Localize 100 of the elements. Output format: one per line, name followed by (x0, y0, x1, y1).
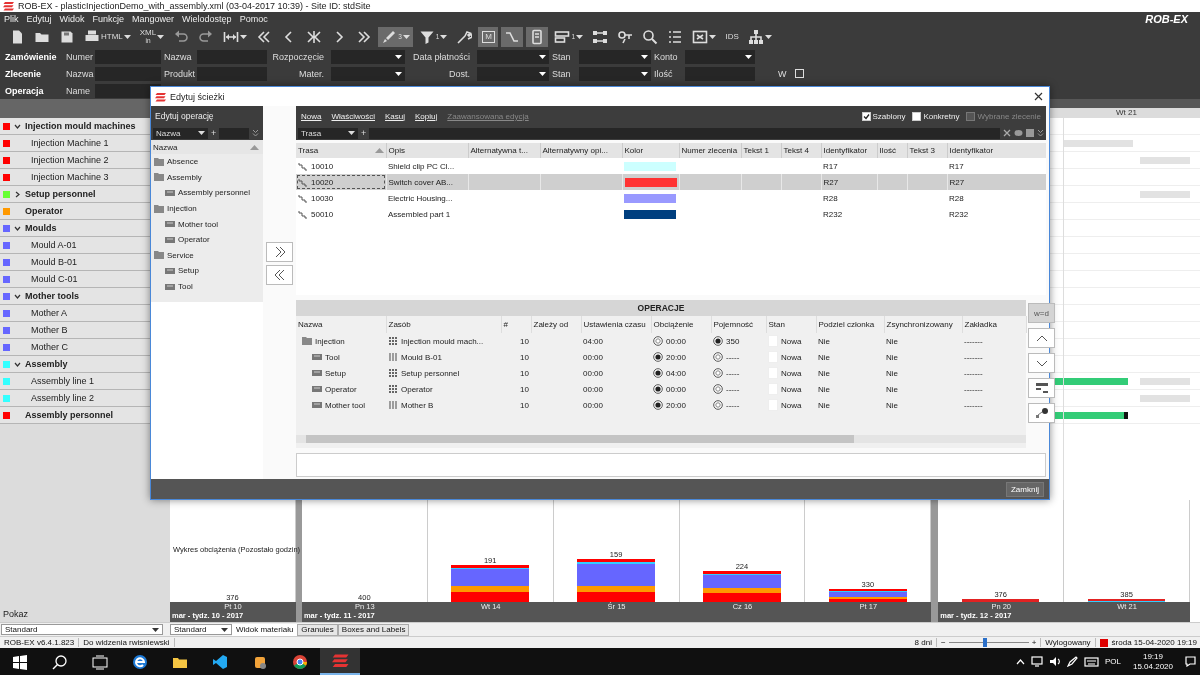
ids-button[interactable]: IDS (722, 27, 743, 47)
dropdown-field[interactable] (685, 49, 755, 64)
column-header[interactable]: Zależy od (531, 316, 581, 333)
dropdown-field[interactable] (331, 49, 405, 64)
dropdown-field[interactable]: Standard (170, 624, 232, 635)
slider-thumb[interactable] (982, 638, 987, 647)
network-icon[interactable] (1030, 656, 1043, 667)
action-button[interactable]: Właściwości (331, 111, 375, 121)
column-header[interactable]: Zakładka (962, 316, 1026, 333)
dropdown-field[interactable]: Standard (1, 624, 163, 635)
tab[interactable]: Granules (297, 623, 338, 636)
column-header[interactable]: # (501, 316, 531, 333)
resource-row[interactable]: Assembly line 2 (0, 390, 150, 407)
radio-button[interactable] (713, 336, 723, 346)
column-header[interactable]: Numer zlecenia (679, 143, 741, 158)
toggle-button[interactable]: M (478, 27, 499, 47)
resource-row[interactable]: Mould A-01 (0, 237, 150, 254)
horizontal-scrollbar[interactable] (296, 435, 1026, 443)
column-header[interactable]: Identyfikator (947, 143, 1046, 158)
zoom-out-button[interactable]: − (940, 638, 946, 647)
remove-operation-button[interactable] (266, 265, 293, 285)
menu-item[interactable]: Plik (4, 14, 19, 24)
tree-item[interactable]: Service (151, 247, 263, 264)
radio-button[interactable] (653, 384, 663, 394)
print-button[interactable]: HTML (81, 27, 134, 47)
dropdown-field[interactable]: Trasa (298, 127, 358, 139)
speaker-icon[interactable] (1048, 656, 1061, 667)
column-header[interactable]: Stan (766, 316, 816, 333)
column-header[interactable]: Nazwa (151, 140, 263, 154)
menu-item[interactable]: Widok (59, 14, 85, 24)
chevron-up-icon[interactable] (1015, 658, 1025, 665)
radio-button[interactable] (713, 400, 723, 410)
radio-button[interactable] (653, 368, 663, 378)
dropdown-field[interactable] (477, 66, 549, 81)
language-indicator[interactable]: POL (1104, 657, 1121, 666)
checkbox[interactable] (912, 111, 922, 121)
tree-item[interactable]: Assembly (151, 169, 263, 186)
tree-item[interactable]: Absence (151, 154, 263, 170)
resource-row[interactable]: Mother A (0, 305, 150, 322)
settings-button[interactable] (1028, 403, 1055, 423)
table-row[interactable]: 10030 Electric Housing... R28 R28 (296, 190, 1046, 206)
resource-row[interactable]: Assembly personnel (0, 407, 150, 424)
dropdown-field[interactable] (579, 66, 651, 81)
column-header[interactable]: Alternatywny opi... (540, 143, 622, 158)
radio-button[interactable] (713, 384, 723, 394)
close-dialog-button[interactable]: Zamknij (1006, 481, 1044, 497)
column-header[interactable]: Zsynchronizowany (884, 316, 962, 333)
radio-button[interactable] (653, 336, 663, 346)
close-button[interactable] (1032, 90, 1045, 103)
dropdown-field[interactable] (477, 49, 549, 64)
menu-item[interactable]: Funkcje (92, 14, 125, 24)
menu-item[interactable]: Pomoc (239, 14, 268, 24)
keyboard-icon[interactable] (1083, 656, 1099, 667)
resource-row[interactable]: Mould B-01 (0, 254, 150, 271)
column-header[interactable]: Ustawienia czasu (581, 316, 651, 333)
resource-row[interactable]: Assembly line 1 (0, 373, 150, 390)
column-header[interactable]: Kolor (622, 143, 679, 158)
add-button[interactable]: + (211, 128, 217, 138)
tree-item[interactable]: Assembly personnel (151, 185, 263, 201)
column-header[interactable]: Ilość (877, 143, 907, 158)
tab[interactable]: Boxes and Labels (337, 623, 410, 636)
device-button[interactable] (526, 27, 549, 47)
text-field[interactable] (369, 127, 1000, 139)
action-button[interactable]: Kopiuj (415, 111, 438, 121)
tab[interactable]: Widok materiału (232, 623, 298, 636)
resource-row[interactable]: Mother tools (0, 288, 150, 305)
column-header[interactable]: Tekst 1 (741, 143, 781, 158)
tree-item[interactable]: Injection (151, 200, 263, 217)
layout-button[interactable] (1028, 378, 1055, 398)
text-field[interactable] (219, 127, 250, 139)
tree-item[interactable]: Mother tool (151, 216, 263, 232)
resource-row[interactable]: Mother B (0, 322, 150, 339)
resource-row[interactable]: Injection Machine 2 (0, 152, 150, 169)
dropdown-field[interactable] (331, 66, 405, 81)
close-icon[interactable] (1003, 129, 1011, 137)
resource-row[interactable]: Mould C-01 (0, 271, 150, 288)
resource-row[interactable]: Injection Machine 1 (0, 135, 150, 152)
clock[interactable]: 19:19 15.04.2020 (1132, 651, 1173, 672)
radio-button[interactable] (713, 352, 723, 362)
column-header[interactable]: Tekst 3 (907, 143, 947, 158)
resource-row[interactable]: Mother C (0, 339, 150, 356)
tree-item[interactable]: Tool (151, 278, 263, 295)
table-row[interactable]: 50010 Assembled part 1 R232 R232 (296, 206, 1046, 222)
action-button[interactable]: Nowa (301, 111, 322, 121)
add-button[interactable]: + (361, 128, 367, 138)
tree-item[interactable]: Operator (151, 231, 263, 248)
add-operation-button[interactable] (266, 242, 293, 262)
radio-button[interactable] (713, 368, 723, 378)
column-header[interactable]: Obciążenie (651, 316, 711, 333)
menu-item[interactable]: Mangower (132, 14, 175, 24)
resource-row[interactable]: Moulds (0, 220, 150, 237)
resource-row[interactable]: Assembly (0, 356, 150, 373)
table-row[interactable]: 10020 Switch cover AB... R27 R27 (296, 174, 1046, 190)
resource-row[interactable]: Operator (0, 203, 150, 220)
menu-item[interactable]: Wielodostęp (182, 14, 232, 24)
eye-icon[interactable] (1014, 129, 1023, 137)
dropdown-field[interactable] (579, 49, 651, 64)
column-header[interactable]: Nazwa (296, 316, 386, 333)
tree-item[interactable]: Setup (151, 263, 263, 279)
action-button[interactable]: Kasuj (385, 111, 406, 121)
